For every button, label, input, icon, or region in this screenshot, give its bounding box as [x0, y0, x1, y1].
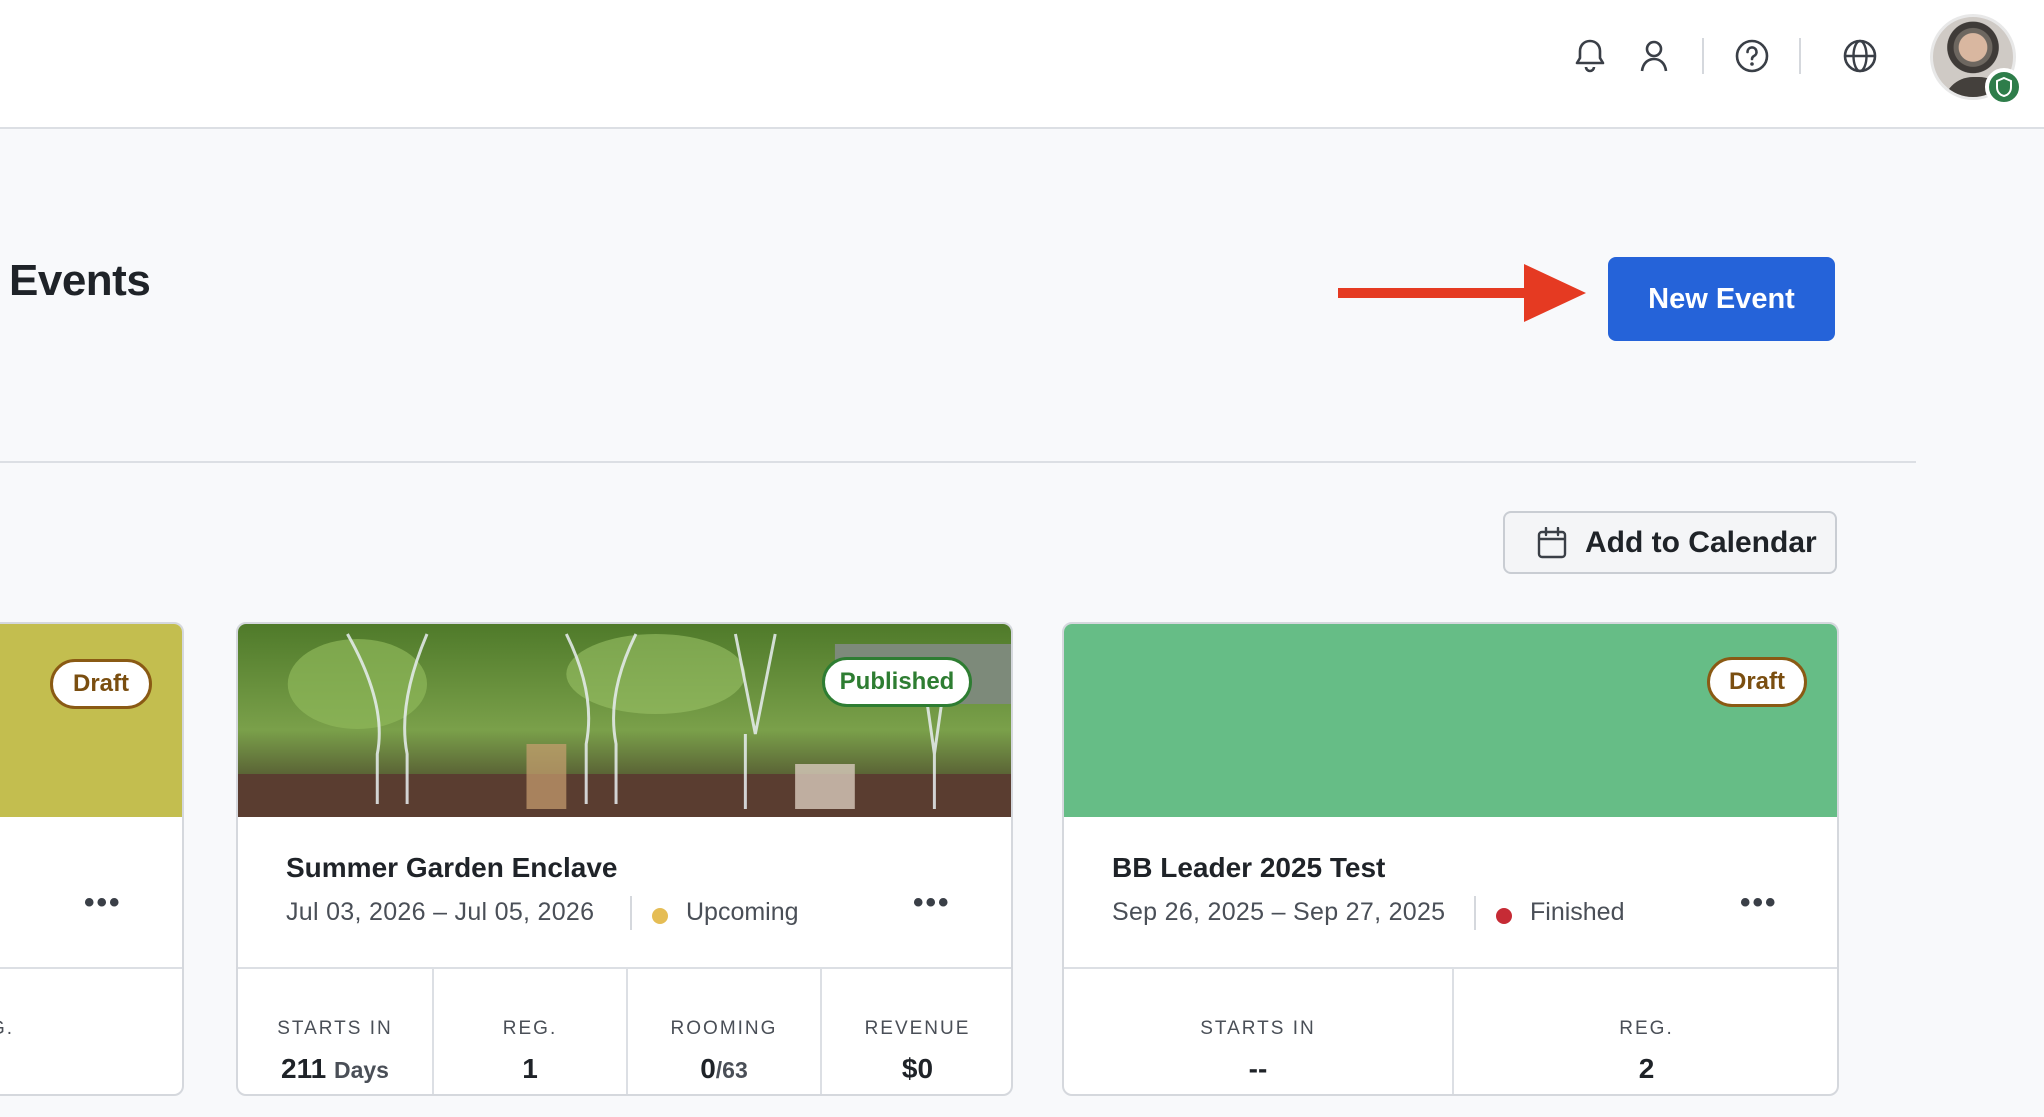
days-count: 211: [281, 1053, 327, 1084]
page-title: Events: [9, 256, 151, 305]
stat-registrations: REG. 1: [432, 969, 626, 1094]
event-dates: Jul 03, 2026 – Jul 05, 2026: [286, 898, 595, 926]
more-options-icon[interactable]: •••: [84, 886, 122, 920]
stat-label: REG.: [502, 1018, 558, 1039]
more-options-icon[interactable]: •••: [1740, 886, 1778, 920]
stat-label: G.: [0, 1018, 15, 1039]
event-name[interactable]: Summer Garden Enclave: [286, 852, 617, 884]
stat-value: 0/63: [628, 1053, 820, 1085]
stat-value: 211 Days: [238, 1053, 432, 1085]
verified-badge-icon: [1985, 68, 2023, 106]
stat-label: STARTS IN: [277, 1018, 393, 1039]
globe-icon[interactable]: [1840, 36, 1880, 76]
stat-value: 1: [522, 1053, 538, 1084]
event-banner: [0, 624, 182, 817]
event-card[interactable]: Draft BB Leader 2025 Test Sep 26, 2025 –…: [1062, 622, 1839, 1096]
rooming-total: /63: [715, 1057, 748, 1083]
add-to-calendar-button[interactable]: Add to Calendar: [1503, 511, 1837, 574]
user-icon[interactable]: [1634, 36, 1674, 76]
divider: [0, 967, 182, 969]
event-name[interactable]: BB Leader 2025 Test: [1112, 852, 1385, 884]
event-card[interactable]: Draft ••• G.: [0, 622, 184, 1096]
status-dot: [1496, 908, 1512, 924]
separator: [630, 896, 632, 930]
event-dates: Sep 26, 2025 – Sep 27, 2025: [1112, 898, 1446, 926]
status-badge: Published: [822, 657, 972, 707]
separator: [1702, 38, 1704, 74]
stat-label: REVENUE: [864, 1018, 971, 1039]
stat-label: STARTS IN: [1200, 1018, 1316, 1039]
calendar-icon: [1537, 526, 1567, 558]
stat-revenue: REVENUE $0: [820, 969, 1011, 1094]
stat-value: 2: [1638, 1053, 1655, 1084]
status-badge: Draft: [50, 659, 152, 709]
stat-rooming: ROOMING 0/63: [626, 969, 820, 1094]
stat-value: --: [1248, 1053, 1268, 1084]
stat-starts-in: STARTS IN 211 Days: [238, 969, 432, 1094]
event-card[interactable]: Published Summer Garden Enclave Jul 03, …: [236, 622, 1013, 1096]
separator: [1799, 38, 1801, 74]
stat-starts-in: STARTS IN --: [1064, 969, 1452, 1094]
event-banner-image: [238, 624, 1011, 817]
event-banner: [1064, 624, 1837, 817]
event-status: Finished: [1530, 898, 1625, 926]
top-bar: [0, 0, 2044, 129]
event-status: Upcoming: [686, 898, 799, 926]
days-unit: Days: [333, 1057, 389, 1083]
stat-value: $0: [901, 1053, 934, 1084]
stat-registrations: REG. 2: [1452, 969, 1837, 1094]
divider: [0, 461, 1916, 463]
rooming-count: 0: [700, 1053, 716, 1084]
bell-icon[interactable]: [1570, 36, 1610, 76]
stat-label: REG.: [1619, 1018, 1674, 1039]
separator: [1474, 896, 1476, 930]
status-dot: [652, 908, 668, 924]
more-options-icon[interactable]: •••: [913, 886, 951, 920]
stat-label: ROOMING: [670, 1018, 778, 1039]
help-icon[interactable]: [1732, 36, 1772, 76]
status-badge: Draft: [1707, 657, 1807, 707]
new-event-button[interactable]: New Event: [1608, 257, 1835, 341]
add-to-calendar-label: Add to Calendar: [1585, 525, 1817, 559]
arrow-right-icon: [1338, 264, 1586, 322]
